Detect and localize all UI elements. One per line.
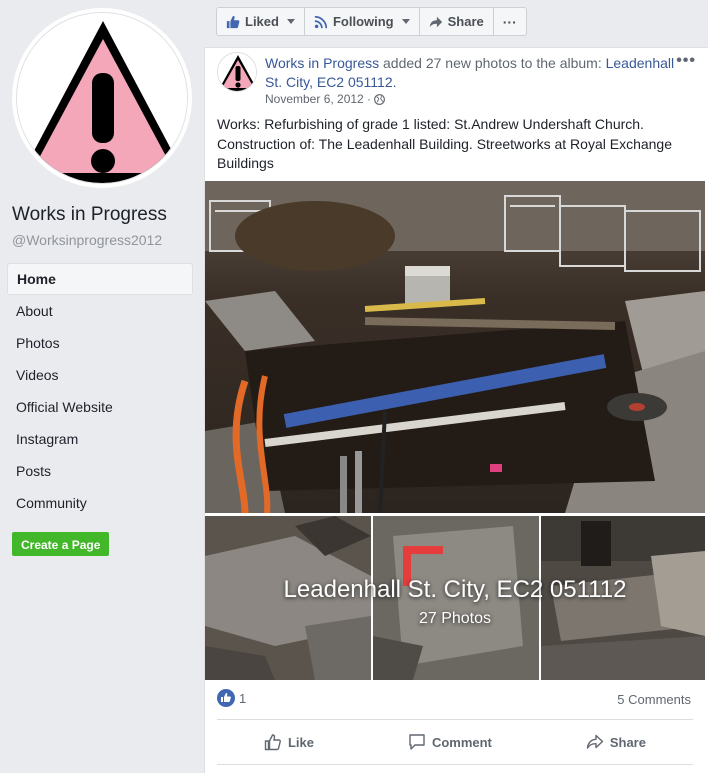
divider — [217, 719, 693, 720]
like-label: Like — [287, 734, 314, 750]
comments-count-link[interactable]: 5 Comments — [617, 692, 691, 707]
page-avatar[interactable] — [12, 8, 192, 188]
rss-icon — [314, 15, 328, 28]
post-photo-thumb-1[interactable] — [205, 516, 371, 680]
divider — [217, 764, 693, 765]
following-label: Following — [332, 14, 394, 29]
create-page-button[interactable]: Create a Page — [12, 532, 110, 556]
street-photo — [541, 516, 705, 680]
share-arrow-icon — [429, 16, 442, 27]
like-reaction-icon — [217, 689, 235, 707]
share-arrow-icon — [586, 734, 604, 749]
page-title[interactable]: Works in Progress — [12, 204, 167, 226]
share-page-button[interactable]: Share — [420, 8, 494, 35]
post-card: Works in Progress added 27 new photos to… — [204, 47, 708, 773]
liked-label: Liked — [245, 14, 279, 29]
chevron-down-icon — [286, 19, 295, 24]
post-text: Works: Refurbishing of grade 1 listed: S… — [217, 116, 673, 171]
more-options-button[interactable]: ··· — [494, 8, 526, 35]
page-handle[interactable]: @Worksinprogress2012 — [12, 232, 162, 248]
sidebar-item-posts[interactable]: Posts — [7, 455, 193, 487]
paving-photo — [205, 516, 371, 680]
reaction-count: 1 — [239, 690, 247, 706]
sidebar-item-instagram[interactable]: Instagram — [7, 423, 193, 455]
warning-sign-icon — [218, 53, 256, 91]
post-author-avatar[interactable] — [217, 52, 257, 92]
reactions-summary[interactable]: 1 — [217, 689, 246, 707]
post-photo-thumb-2[interactable] — [373, 516, 539, 680]
sidebar-item-home[interactable]: Home — [7, 263, 193, 295]
post-action-text: added 27 new photos to the album: — [379, 55, 606, 71]
sidebar-item-about[interactable]: About — [7, 295, 193, 327]
page-nav: Home About Photos Videos Official Websit… — [7, 263, 193, 519]
post-date: November 6, 2012 · — [265, 92, 372, 106]
post-timestamp[interactable]: November 6, 2012 · — [265, 92, 385, 106]
post-options-button[interactable]: ••• — [676, 52, 696, 70]
share-button[interactable]: Share — [586, 733, 646, 751]
thumbs-up-icon — [226, 15, 240, 28]
post-actions: Like Comment Share — [217, 725, 693, 759]
post-author-link[interactable]: Works in Progress — [265, 55, 379, 71]
post-header: Works in Progress added 27 new photos to… — [265, 54, 675, 92]
share-label: Share — [447, 14, 484, 29]
post-photo-thumb-3[interactable] — [541, 516, 705, 680]
sidebar-item-community[interactable]: Community — [7, 487, 193, 519]
liked-button[interactable]: Liked — [217, 8, 305, 35]
post-photo-main[interactable] — [205, 181, 705, 513]
sidebar-item-videos[interactable]: Videos — [7, 359, 193, 391]
comment-label: Comment — [431, 734, 492, 750]
more-icon: ··· — [502, 13, 517, 30]
chevron-down-icon — [401, 19, 410, 24]
share-label: Share — [609, 734, 646, 750]
page-action-bar: Liked Following Share ··· — [216, 7, 527, 36]
comment-icon — [409, 734, 425, 750]
sidebar-item-official-website[interactable]: Official Website — [7, 391, 193, 423]
comment-button[interactable]: Comment — [408, 733, 492, 751]
stone-block-photo — [373, 516, 539, 680]
following-button[interactable]: Following — [305, 8, 420, 35]
streetworks-photo — [205, 181, 705, 513]
like-button[interactable]: Like — [264, 733, 314, 751]
sidebar-item-photos[interactable]: Photos — [7, 327, 193, 359]
thumbs-up-icon — [264, 734, 281, 751]
globe-icon — [374, 93, 385, 105]
warning-sign-icon — [17, 13, 187, 183]
sidebar: Works in Progress @Worksinprogress2012 H… — [0, 0, 204, 773]
